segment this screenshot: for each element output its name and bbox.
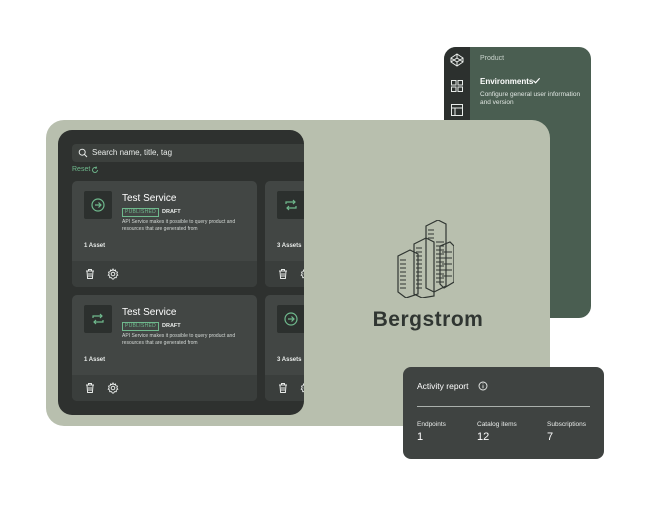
search-placeholder: Search name, title, tag <box>92 148 173 157</box>
card-icon-box <box>84 305 112 333</box>
gear-icon[interactable] <box>107 382 119 394</box>
stat-label-catalog-items: Catalog items <box>477 421 517 428</box>
gear-icon[interactable] <box>300 382 304 394</box>
brand-name: Bergstrom <box>372 308 484 331</box>
card-title: Test Service <box>122 193 177 204</box>
card-asset-count: 1 Asset <box>84 243 106 249</box>
stat-value-catalog-items: 12 <box>477 431 490 443</box>
card-asset-count: 3 Assets <box>277 243 302 249</box>
card-asset-count: 1 Asset <box>84 357 106 363</box>
section-label: Product <box>480 55 505 62</box>
search-input[interactable]: Search name, title, tag <box>72 144 304 162</box>
card-description: API Service makes it possible to query p… <box>122 333 236 346</box>
card-icon-box <box>84 191 112 219</box>
codepen-icon[interactable] <box>450 53 464 67</box>
grid-icon[interactable] <box>450 79 464 93</box>
refresh-icon[interactable] <box>91 166 99 174</box>
gear-icon[interactable] <box>107 268 119 280</box>
nav-item-description: Configure general user information and v… <box>480 91 581 106</box>
card-asset-count: 3 Assets <box>277 357 302 363</box>
stat-label-endpoints: Endpoints <box>417 421 446 428</box>
divider <box>417 406 590 407</box>
repeat-icon <box>92 313 104 325</box>
layout-icon[interactable] <box>450 103 464 117</box>
nav-item-environments[interactable]: Environments <box>480 77 533 86</box>
repeat-icon <box>285 199 297 211</box>
bergstrom-logo <box>397 220 454 298</box>
trash-icon[interactable] <box>277 268 289 280</box>
card-footer <box>265 261 304 287</box>
check-icon <box>532 77 541 84</box>
card-footer <box>72 375 257 401</box>
service-catalog-screen: Search name, title, tag Reset Test Servi… <box>58 130 304 415</box>
arrow-circle-right-icon <box>91 198 105 212</box>
published-badge: PUBLISHED <box>122 208 160 217</box>
activity-report-card: Activity report Endpoints 1 Catalog item… <box>403 367 604 459</box>
card-footer <box>265 375 304 401</box>
stat-value-endpoints: 1 <box>417 431 424 443</box>
info-icon[interactable] <box>478 381 488 391</box>
published-badge: PUBLISHED <box>122 322 160 331</box>
reset-link[interactable]: Reset <box>72 166 90 173</box>
card-footer <box>72 261 257 287</box>
arrow-circle-right-icon <box>284 312 298 326</box>
draft-badge: DRAFT <box>162 323 181 329</box>
stat-label-subscriptions: Subscriptions <box>547 421 587 428</box>
service-card[interactable]: 3 Assets <box>265 295 304 401</box>
activity-title: Activity report <box>417 381 469 391</box>
search-icon <box>78 148 88 158</box>
service-card[interactable]: Test Service PUBLISHED DRAFT API Service… <box>72 181 257 287</box>
trash-icon[interactable] <box>84 382 96 394</box>
draft-badge: DRAFT <box>162 209 181 215</box>
card-description: API Service makes it possible to query p… <box>122 219 236 232</box>
trash-icon[interactable] <box>277 382 289 394</box>
card-icon-box <box>277 305 304 333</box>
stat-value-subscriptions: 7 <box>547 431 554 443</box>
card-title: Test Service <box>122 307 177 318</box>
service-card[interactable]: Test Service PUBLISHED DRAFT API Service… <box>72 295 257 401</box>
service-card[interactable]: 3 Assets <box>265 181 304 287</box>
gear-icon[interactable] <box>300 268 304 280</box>
card-icon-box <box>277 191 304 219</box>
trash-icon[interactable] <box>84 268 96 280</box>
